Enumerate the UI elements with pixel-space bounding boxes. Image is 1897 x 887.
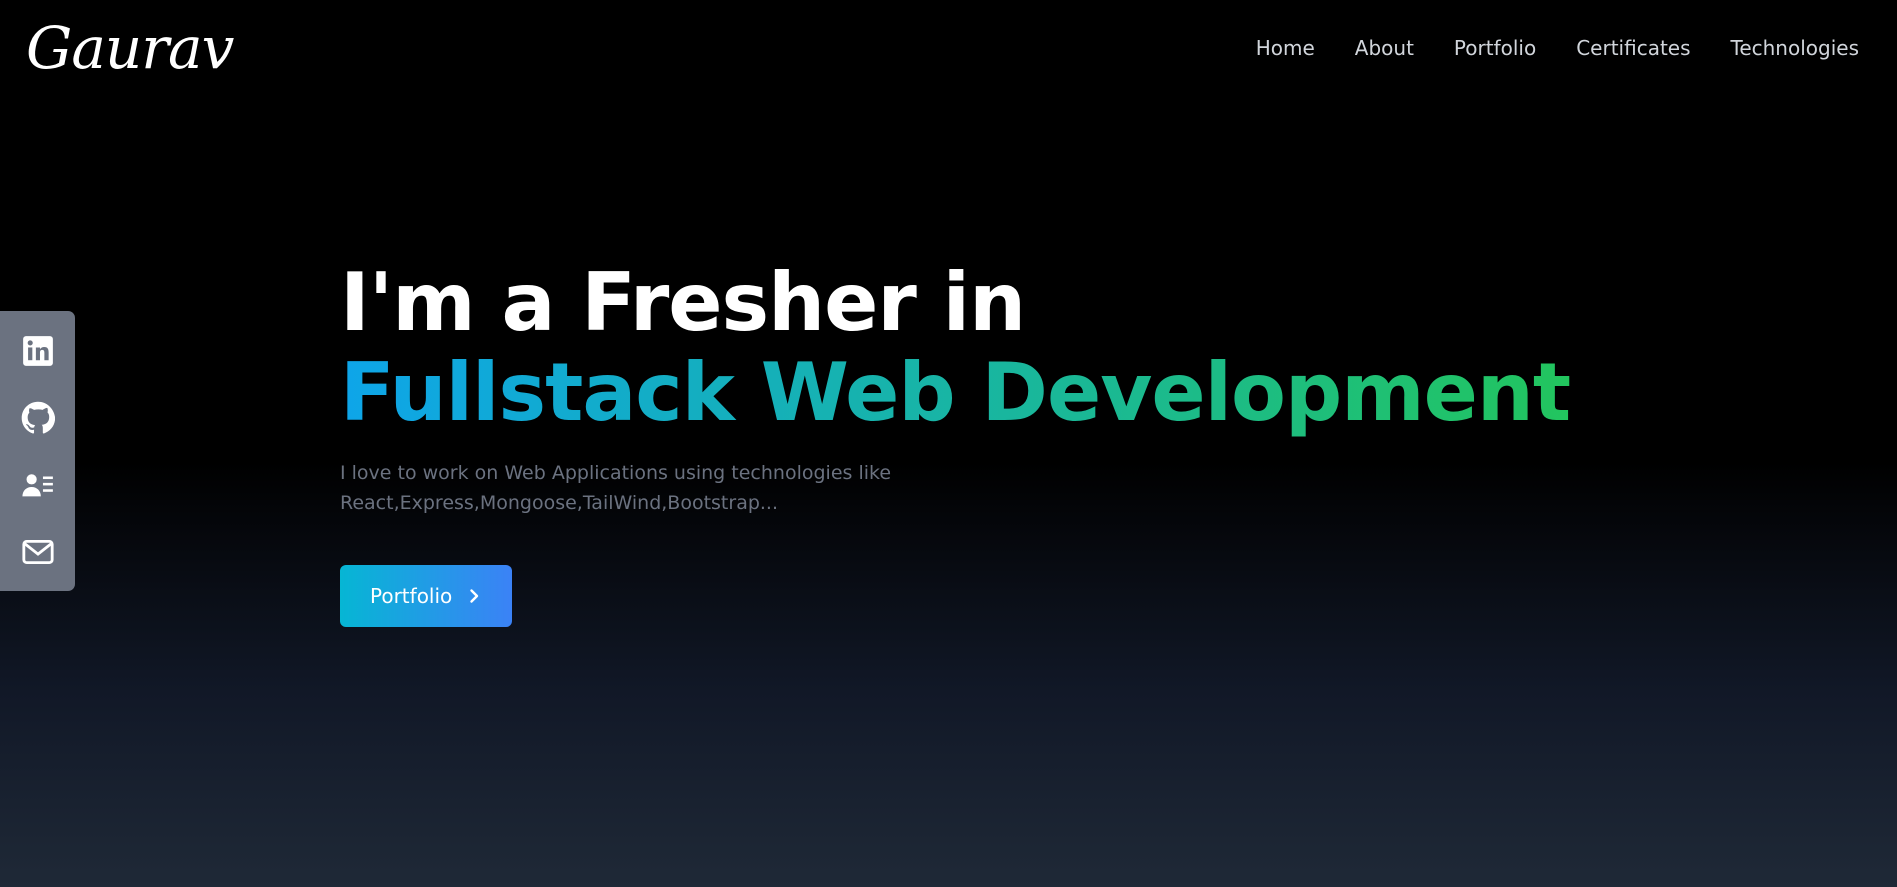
nav-technologies[interactable]: Technologies xyxy=(1731,36,1859,60)
social-sidebar xyxy=(0,311,75,591)
mail-icon xyxy=(21,539,54,564)
github-icon xyxy=(21,401,55,433)
nav-portfolio[interactable]: Portfolio xyxy=(1454,36,1536,60)
hero-line-1: I'm a Fresher in xyxy=(340,256,1026,349)
linkedin-link[interactable] xyxy=(18,331,58,371)
hero: I'm a Fresher in Fullstack Web Developme… xyxy=(340,256,1571,627)
hero-headline: I'm a Fresher in Fullstack Web Developme… xyxy=(340,256,1571,439)
nav-about[interactable]: About xyxy=(1355,36,1414,60)
portfolio-button[interactable]: Portfolio xyxy=(340,565,513,627)
mail-link[interactable] xyxy=(18,532,58,572)
hero-description: I love to work on Web Applications using… xyxy=(340,462,892,514)
chevron-right-icon xyxy=(470,589,479,603)
main-nav: Home About Portfolio Certificates Techno… xyxy=(1256,36,1859,60)
github-link[interactable] xyxy=(18,398,58,438)
linkedin-icon xyxy=(22,335,53,366)
resume-icon xyxy=(21,473,53,496)
nav-home[interactable]: Home xyxy=(1256,36,1315,60)
nav-certificates[interactable]: Certificates xyxy=(1576,36,1690,60)
portfolio-button-label: Portfolio xyxy=(370,584,453,608)
resume-link[interactable] xyxy=(18,465,58,505)
logo[interactable]: Gaurav xyxy=(26,4,234,92)
hero-line-2: Fullstack Web Development xyxy=(340,346,1571,439)
